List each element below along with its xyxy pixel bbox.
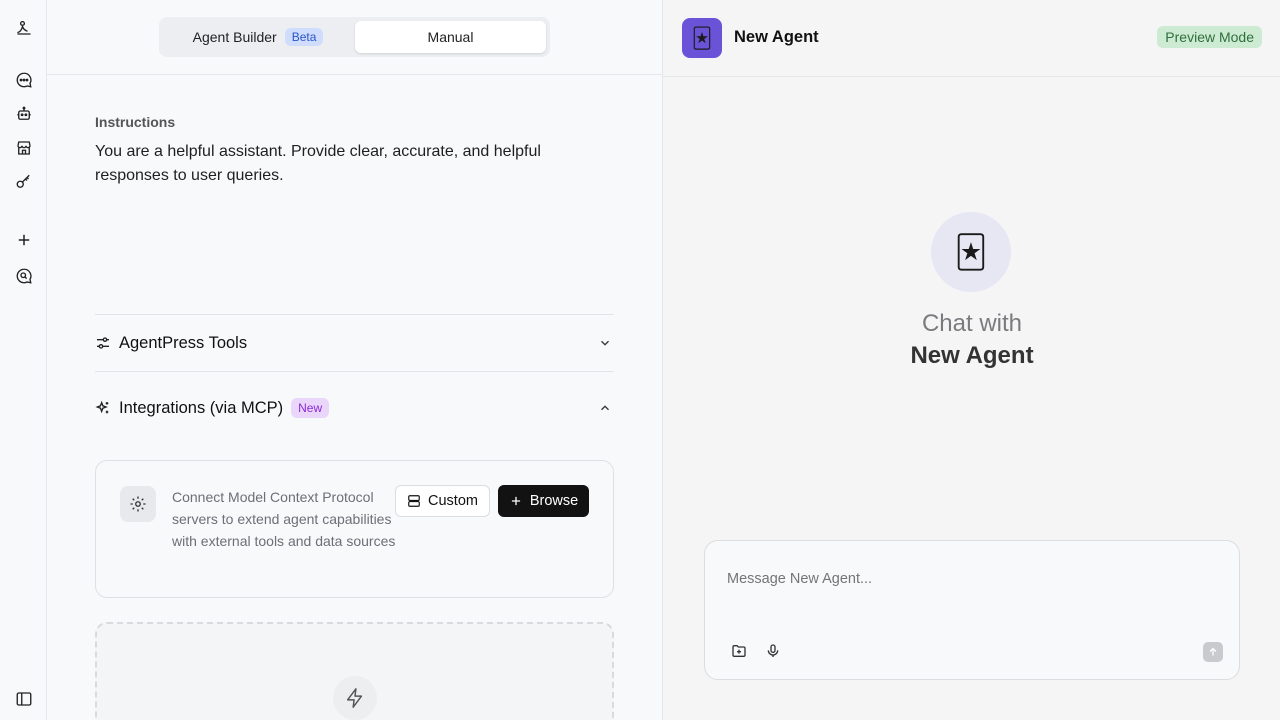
- store-icon[interactable]: [12, 136, 36, 160]
- settings-gear-icon: [120, 486, 156, 522]
- sparkles-icon: [95, 400, 111, 416]
- beta-badge: Beta: [284, 28, 324, 46]
- agentpress-tools-header[interactable]: AgentPress Tools: [95, 315, 614, 371]
- agent-config-panel: Agent Builder Beta Manual Instructions Y…: [47, 0, 662, 720]
- browse-button[interactable]: Browse: [498, 485, 589, 517]
- mode-bar: Agent Builder Beta Manual: [47, 0, 662, 75]
- integrations-title: Integrations (via MCP): [119, 398, 284, 417]
- custom-button-label: Custom: [428, 493, 478, 509]
- agent-name: New Agent: [734, 28, 819, 46]
- plus-icon[interactable]: [12, 228, 36, 252]
- agentpress-tools-section[interactable]: AgentPress Tools: [95, 314, 614, 371]
- tab-manual[interactable]: Manual: [355, 21, 546, 53]
- chat-agent-name: New Agent: [910, 342, 1034, 369]
- icon-rail: [0, 0, 47, 720]
- chevron-down-icon[interactable]: [598, 336, 612, 350]
- new-badge: New: [291, 398, 330, 418]
- instructions-label: Instructions: [95, 114, 176, 130]
- integrations-section[interactable]: Integrations (via MCP) New: [95, 371, 614, 436]
- integrations-header[interactable]: Integrations (via MCP) New: [95, 380, 614, 436]
- message-input[interactable]: [727, 571, 1207, 587]
- send-button[interactable]: [1203, 642, 1223, 662]
- bot-icon[interactable]: [12, 102, 36, 126]
- mode-toggle: Agent Builder Beta Manual: [159, 17, 550, 57]
- logo-icon[interactable]: [12, 16, 36, 40]
- preview-mode-badge: Preview Mode: [1157, 26, 1262, 48]
- sidebar-toggle-icon[interactable]: [12, 687, 36, 711]
- plus-icon: [511, 496, 520, 506]
- tab-agent-builder-label: Agent Builder: [192, 29, 277, 45]
- mcp-card: Connect Model Context Protocol servers t…: [95, 460, 614, 598]
- custom-button[interactable]: Custom: [395, 485, 490, 517]
- chat-icon[interactable]: [12, 68, 36, 92]
- agentpress-tools-title: AgentPress Tools: [119, 333, 248, 352]
- key-icon[interactable]: [12, 170, 36, 194]
- empty-integrations-card: [95, 622, 614, 720]
- chat-agent-avatar: 🃏: [931, 212, 1011, 292]
- message-composer: [704, 540, 1240, 680]
- arrow-up-icon: [1209, 647, 1217, 656]
- attach-folder-icon[interactable]: [729, 641, 749, 661]
- preview-panel: 🃏 New Agent Preview Mode 🃏 Chat with New…: [662, 0, 1280, 720]
- preview-header: 🃏 New Agent Preview Mode: [663, 0, 1280, 77]
- zap-icon: [333, 676, 377, 720]
- browse-button-label: Browse: [529, 493, 579, 509]
- microphone-icon[interactable]: [763, 641, 783, 661]
- tab-manual-label: Manual: [427, 29, 474, 45]
- chat-with-label: Chat with: [921, 310, 1023, 337]
- chevron-up-icon[interactable]: [598, 401, 612, 415]
- search-chat-icon[interactable]: [12, 264, 36, 288]
- agent-avatar: 🃏: [682, 18, 722, 58]
- mcp-description: Connect Model Context Protocol servers t…: [172, 489, 396, 549]
- tab-agent-builder[interactable]: Agent Builder Beta: [163, 21, 353, 53]
- sliders-icon: [95, 335, 111, 351]
- server-icon: [408, 495, 420, 507]
- instructions-text[interactable]: You are a helpful assistant. Provide cle…: [95, 140, 575, 188]
